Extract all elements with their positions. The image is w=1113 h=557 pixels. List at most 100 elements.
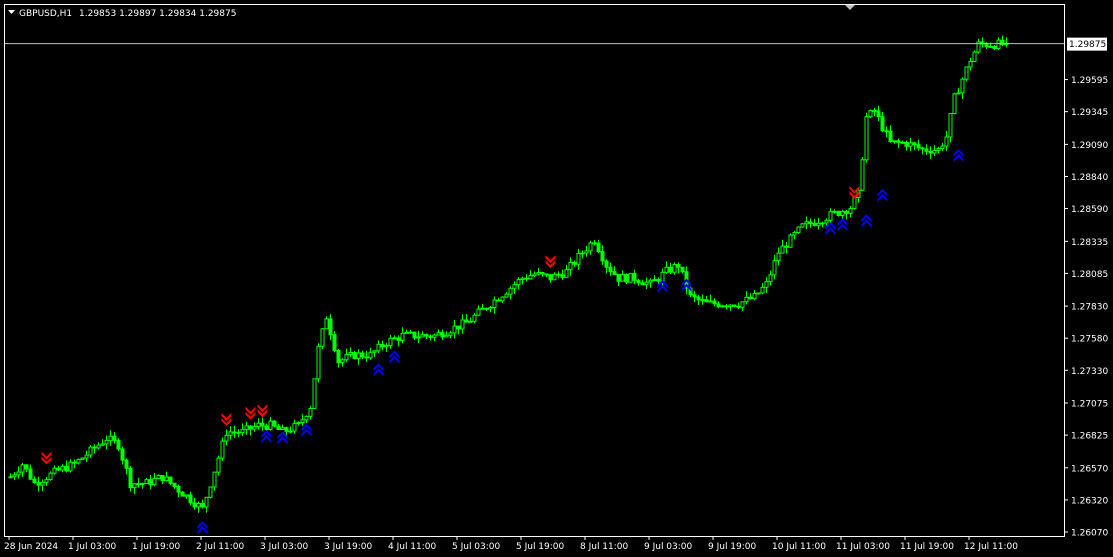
candle-body [424, 334, 429, 337]
candle-body [104, 439, 109, 445]
price-axis[interactable]: 1.29595 1.29345 1.29090 1.28840 1.28590 1.283… [1064, 76, 1108, 539]
candle-body [412, 331, 417, 339]
candle-body [772, 260, 777, 276]
price-tick-label: 1.28085 [1071, 270, 1108, 280]
candle-body [616, 274, 621, 282]
candle-body [268, 420, 273, 430]
candle-body [712, 300, 717, 305]
candle-body [888, 130, 893, 143]
candle-body [868, 109, 873, 118]
candle-body [992, 45, 997, 50]
candle-body [232, 431, 237, 434]
candle-body [776, 252, 781, 262]
candle-body [220, 440, 225, 459]
candle-body [312, 378, 317, 409]
candle-body [572, 261, 577, 265]
candle-body [940, 145, 945, 149]
time-tick-label: 8 Jul 11:00 [580, 542, 629, 552]
time-tick-label: 28 Jun 2024 [4, 542, 58, 552]
candle-body [764, 281, 769, 288]
candle-body [240, 428, 245, 434]
candle-body [52, 467, 57, 474]
price-tick-label: 1.28335 [1071, 238, 1108, 248]
candle-body [164, 476, 169, 482]
candle-body [308, 407, 313, 417]
candle-body [108, 435, 113, 441]
candle-body [156, 474, 161, 480]
candle-body [260, 422, 265, 427]
price-tick-label: 1.27075 [1071, 400, 1108, 410]
candle-body [852, 196, 857, 210]
candle-body [952, 93, 957, 115]
candle-body [360, 352, 365, 358]
candle-body [676, 264, 681, 268]
candle-body [452, 325, 457, 334]
candle-body [748, 296, 753, 300]
candle-body [708, 300, 713, 303]
candle-body [664, 266, 669, 273]
time-tick-label: 9 Jul 03:00 [644, 542, 693, 552]
candle-body [144, 479, 149, 485]
candle-body [456, 325, 461, 330]
candle-body [276, 425, 281, 430]
candle-body [212, 471, 217, 488]
candle-body [640, 282, 645, 286]
candle-body [948, 113, 953, 138]
price-chart[interactable]: 1.29595 1.29345 1.29090 1.28840 1.28590 1.283… [0, 0, 1113, 557]
candle-body [516, 279, 521, 286]
candle-body [836, 210, 841, 216]
candle-body [364, 356, 369, 359]
candle-body [464, 319, 469, 323]
candle-body [724, 305, 729, 308]
candle-body [496, 299, 501, 302]
candle-body [916, 144, 921, 149]
price-tick-label: 1.27580 [1071, 335, 1108, 345]
candle-body [644, 281, 649, 286]
candle-body [912, 142, 917, 146]
candle-body [652, 279, 657, 282]
candle-body [524, 277, 529, 280]
candle-body [236, 431, 241, 434]
candle-body [316, 345, 321, 380]
candle-body [720, 305, 725, 308]
candle-body [120, 448, 125, 461]
time-tick-label: 5 Jul 19:00 [516, 542, 565, 552]
candle-body [788, 234, 793, 248]
candle-body [420, 334, 425, 338]
candle-body [56, 467, 61, 471]
candle-body [824, 219, 829, 224]
candle-body [400, 332, 405, 341]
candle-body [628, 272, 633, 283]
candle-body [200, 503, 205, 508]
candle-body [704, 299, 709, 303]
candle-body [408, 331, 413, 334]
candle-body [428, 335, 433, 338]
candle-body [568, 261, 573, 271]
candle-body [180, 491, 185, 497]
candle-body [880, 116, 885, 132]
candle-body [8, 476, 13, 479]
candle-body [40, 481, 45, 486]
candle-body [876, 110, 881, 118]
candle-body [872, 109, 877, 112]
candle-body [800, 223, 805, 228]
candle-body [512, 284, 517, 289]
candle-body [588, 242, 593, 252]
candle-body [252, 426, 257, 430]
candle-body [956, 92, 961, 95]
candle-body [488, 307, 493, 310]
candle-body [32, 478, 37, 484]
candle-body [168, 476, 173, 484]
time-tick-label: 3 Jul 03:00 [260, 542, 309, 552]
candle-body [324, 318, 329, 330]
candle-body [328, 318, 333, 336]
candle-body [344, 354, 349, 361]
candle-body [432, 334, 437, 338]
candle-body [756, 292, 761, 295]
candle-body [80, 457, 85, 460]
candle-body [544, 273, 549, 276]
candle-body [520, 277, 525, 281]
candle-body [480, 307, 485, 310]
candle-body [560, 274, 565, 278]
candle-body [112, 435, 117, 441]
